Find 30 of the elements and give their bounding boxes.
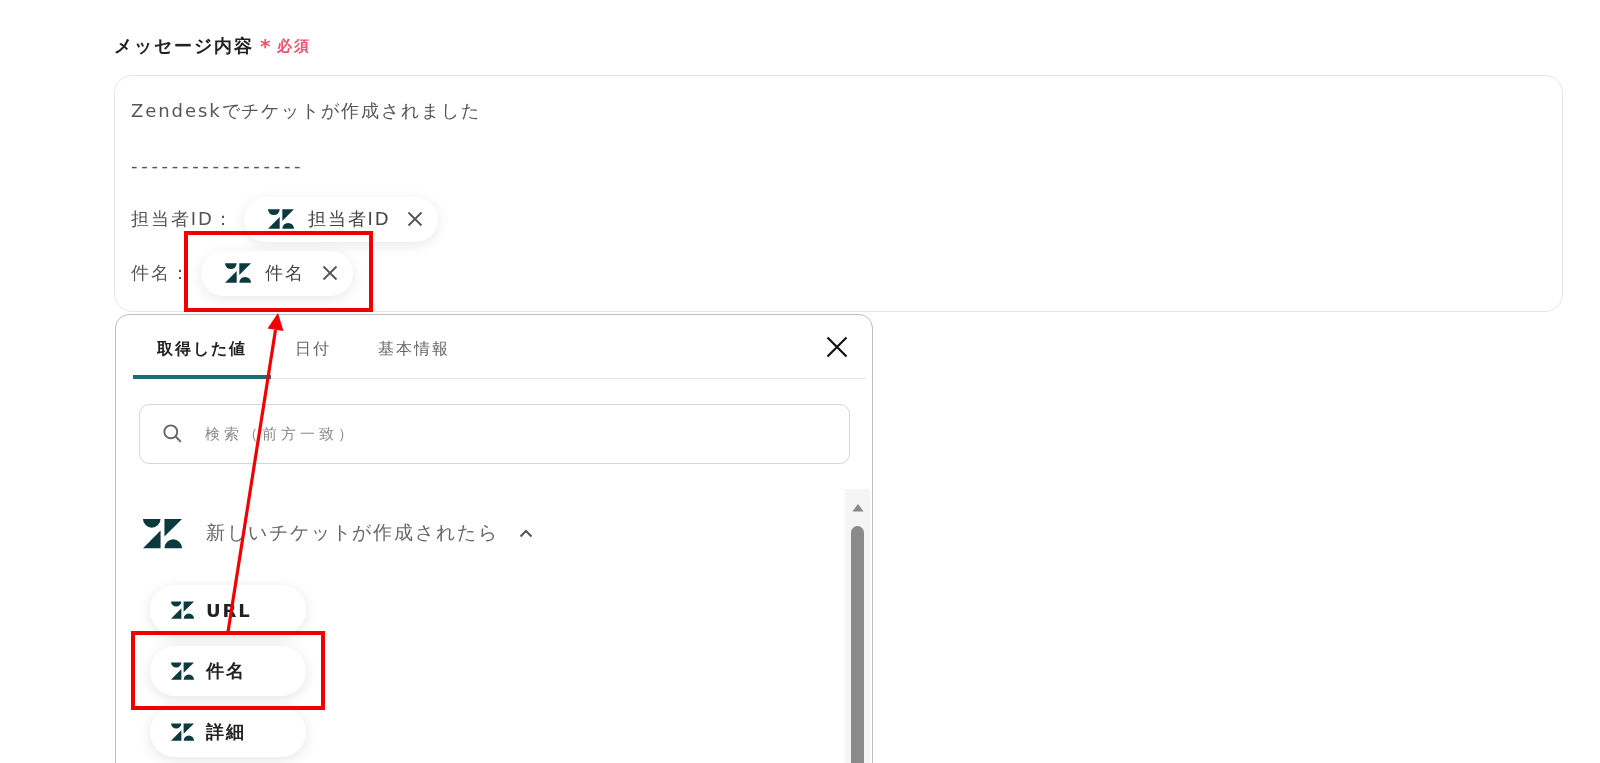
remove-icon[interactable]: [321, 265, 338, 281]
field-label: メッセージ内容: [114, 34, 254, 58]
message-text: Zendeskでチケットが作成されました: [131, 99, 481, 123]
line-prefix: 担当者ID：: [131, 207, 234, 231]
app-logo-icon: [143, 516, 182, 550]
tab[interactable]: 取得した値: [133, 315, 271, 379]
search-field[interactable]: 検索（前方一致）: [139, 404, 850, 464]
app-logo-icon: [224, 263, 251, 283]
app-logo-icon: [171, 723, 194, 741]
token-label: 担当者ID: [307, 207, 391, 231]
required-label: 必須: [277, 36, 312, 57]
required-mark: *: [260, 34, 273, 58]
app-logo-icon: [171, 601, 194, 619]
scrollbar-thumb[interactable]: [851, 525, 864, 763]
app-logo-icon: [267, 209, 294, 229]
tab[interactable]: 日付: [270, 315, 355, 379]
group-title: 新しいチケットが作成されたら: [206, 520, 499, 545]
remove-icon[interactable]: [407, 211, 424, 227]
chevron-up-icon[interactable]: [518, 528, 533, 538]
scroll-up-icon[interactable]: [851, 504, 864, 512]
app-logo-icon: [171, 662, 194, 680]
search-icon: [163, 424, 182, 443]
message-field[interactable]: Zendeskでチケットが作成されました ----------------- 担当者ID： 担当者ID 件名： 件名: [114, 75, 1563, 312]
token-label: 件名: [264, 261, 305, 285]
tab[interactable]: 基本情報: [354, 315, 475, 379]
variable-item[interactable]: 詳細: [150, 707, 306, 757]
line-prefix: 件名：: [131, 261, 191, 285]
separator-text: -----------------: [131, 154, 305, 176]
close-icon[interactable]: [826, 335, 848, 358]
variable-item[interactable]: 件名: [150, 646, 306, 696]
